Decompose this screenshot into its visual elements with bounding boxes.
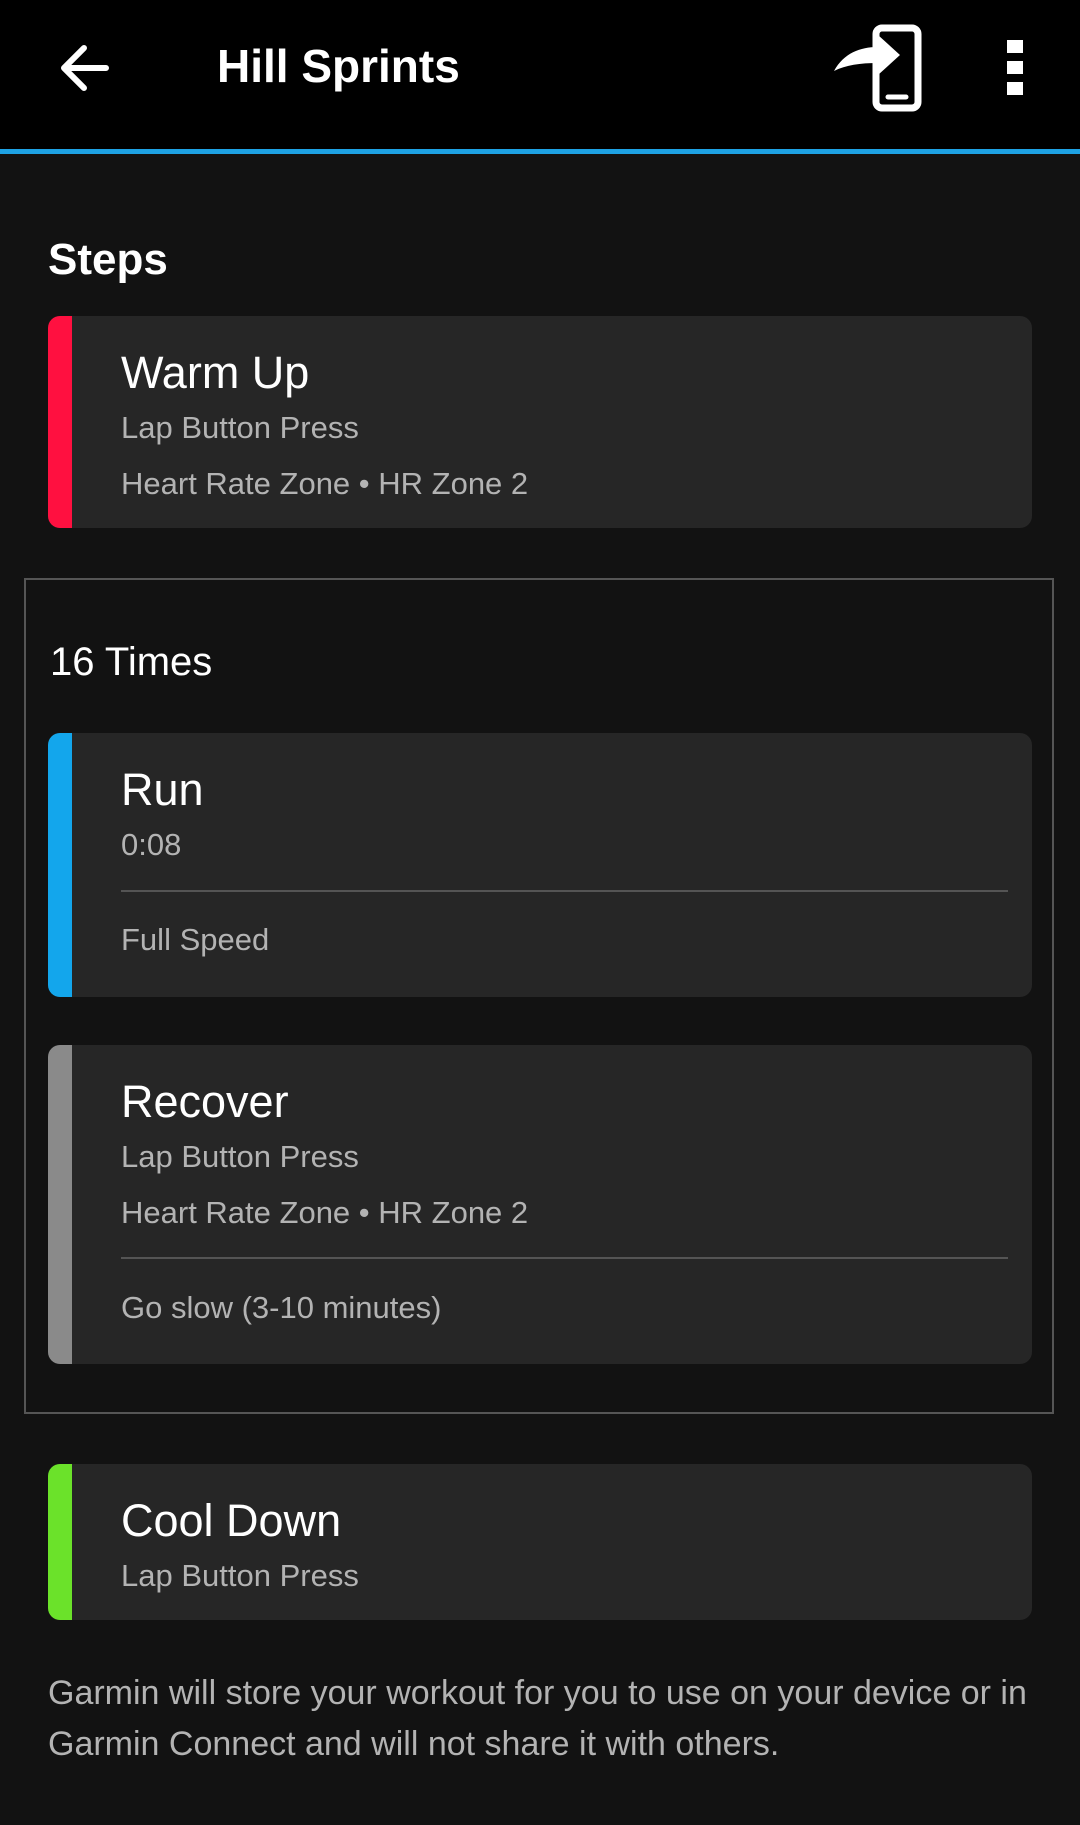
step-duration: Lap Button Press [121,1139,359,1174]
step-card-cool-down[interactable]: Cool Down Lap Button Press [48,1464,1032,1620]
step-target: Heart Rate Zone • HR Zone 2 [121,1195,529,1230]
step-color-bar [48,316,72,528]
back-button[interactable] [44,28,124,108]
step-divider [121,890,1008,892]
step-name: Cool Down [121,1495,342,1546]
step-color-bar [48,1045,72,1364]
step-name: Recover [121,1076,289,1127]
send-to-device-icon [834,24,922,112]
send-to-device-button[interactable] [820,18,932,118]
repeat-count-label[interactable]: 16 Times [50,636,212,688]
more-vertical-icon [1007,40,1023,95]
app-bar-accent-line [0,149,1080,154]
more-options-button[interactable] [985,28,1045,108]
step-card-run[interactable]: Run 0:08 Full Speed [48,733,1032,997]
step-note: Go slow (3-10 minutes) [121,1290,442,1325]
step-duration: Lap Button Press [121,410,359,445]
steps-section-title: Steps [48,235,168,284]
step-name: Run [121,764,204,815]
step-color-bar [48,1464,72,1620]
step-color-bar [48,733,72,997]
app-bar: Hill Sprints [0,0,1080,149]
arrow-back-icon [61,45,109,91]
step-card-recover[interactable]: Recover Lap Button Press Heart Rate Zone… [48,1045,1032,1364]
privacy-note: Garmin will store your workout for you t… [48,1674,1027,1763]
step-duration: 0:08 [121,827,182,862]
page-title: Hill Sprints [217,40,460,92]
step-name: Warm Up [121,347,310,398]
step-card-warm-up[interactable]: Warm Up Lap Button Press Heart Rate Zone… [48,316,1032,528]
step-target: Heart Rate Zone • HR Zone 2 [121,466,529,501]
step-divider [121,1257,1008,1259]
step-note: Full Speed [121,922,270,957]
step-duration: Lap Button Press [121,1558,359,1593]
